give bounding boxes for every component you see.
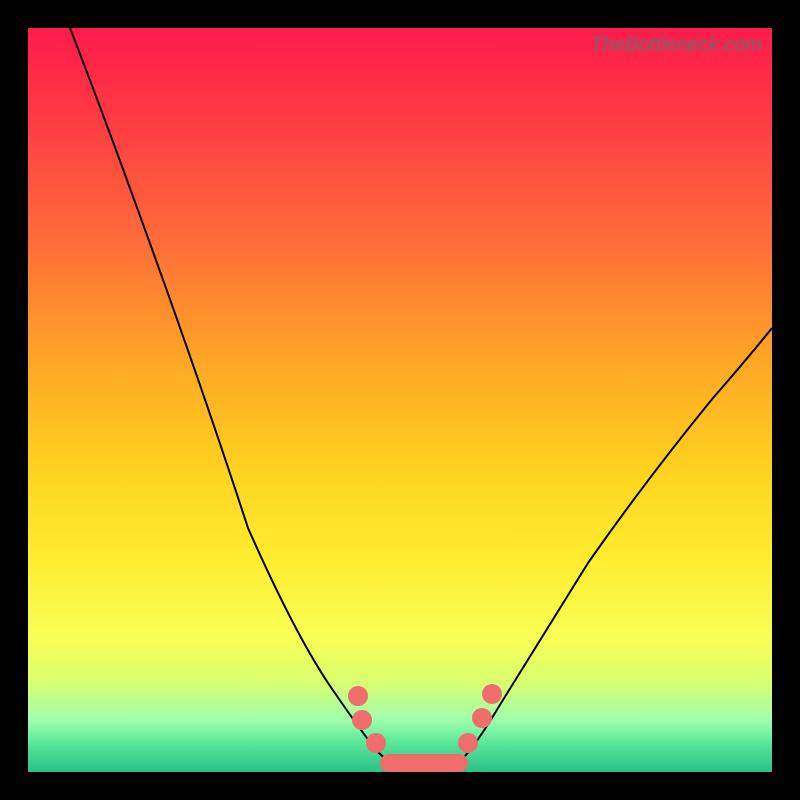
bead-icon bbox=[366, 733, 386, 753]
bead-icon bbox=[348, 686, 368, 706]
bead-bar-icon bbox=[380, 754, 468, 772]
marker-beads bbox=[28, 28, 772, 772]
plot-area: TheBottleneck.com bbox=[28, 28, 772, 772]
bead-icon bbox=[458, 733, 478, 753]
bead-icon bbox=[472, 708, 492, 728]
chart-frame: TheBottleneck.com bbox=[0, 0, 800, 800]
bead-icon bbox=[352, 710, 372, 730]
bead-icon bbox=[482, 684, 502, 704]
